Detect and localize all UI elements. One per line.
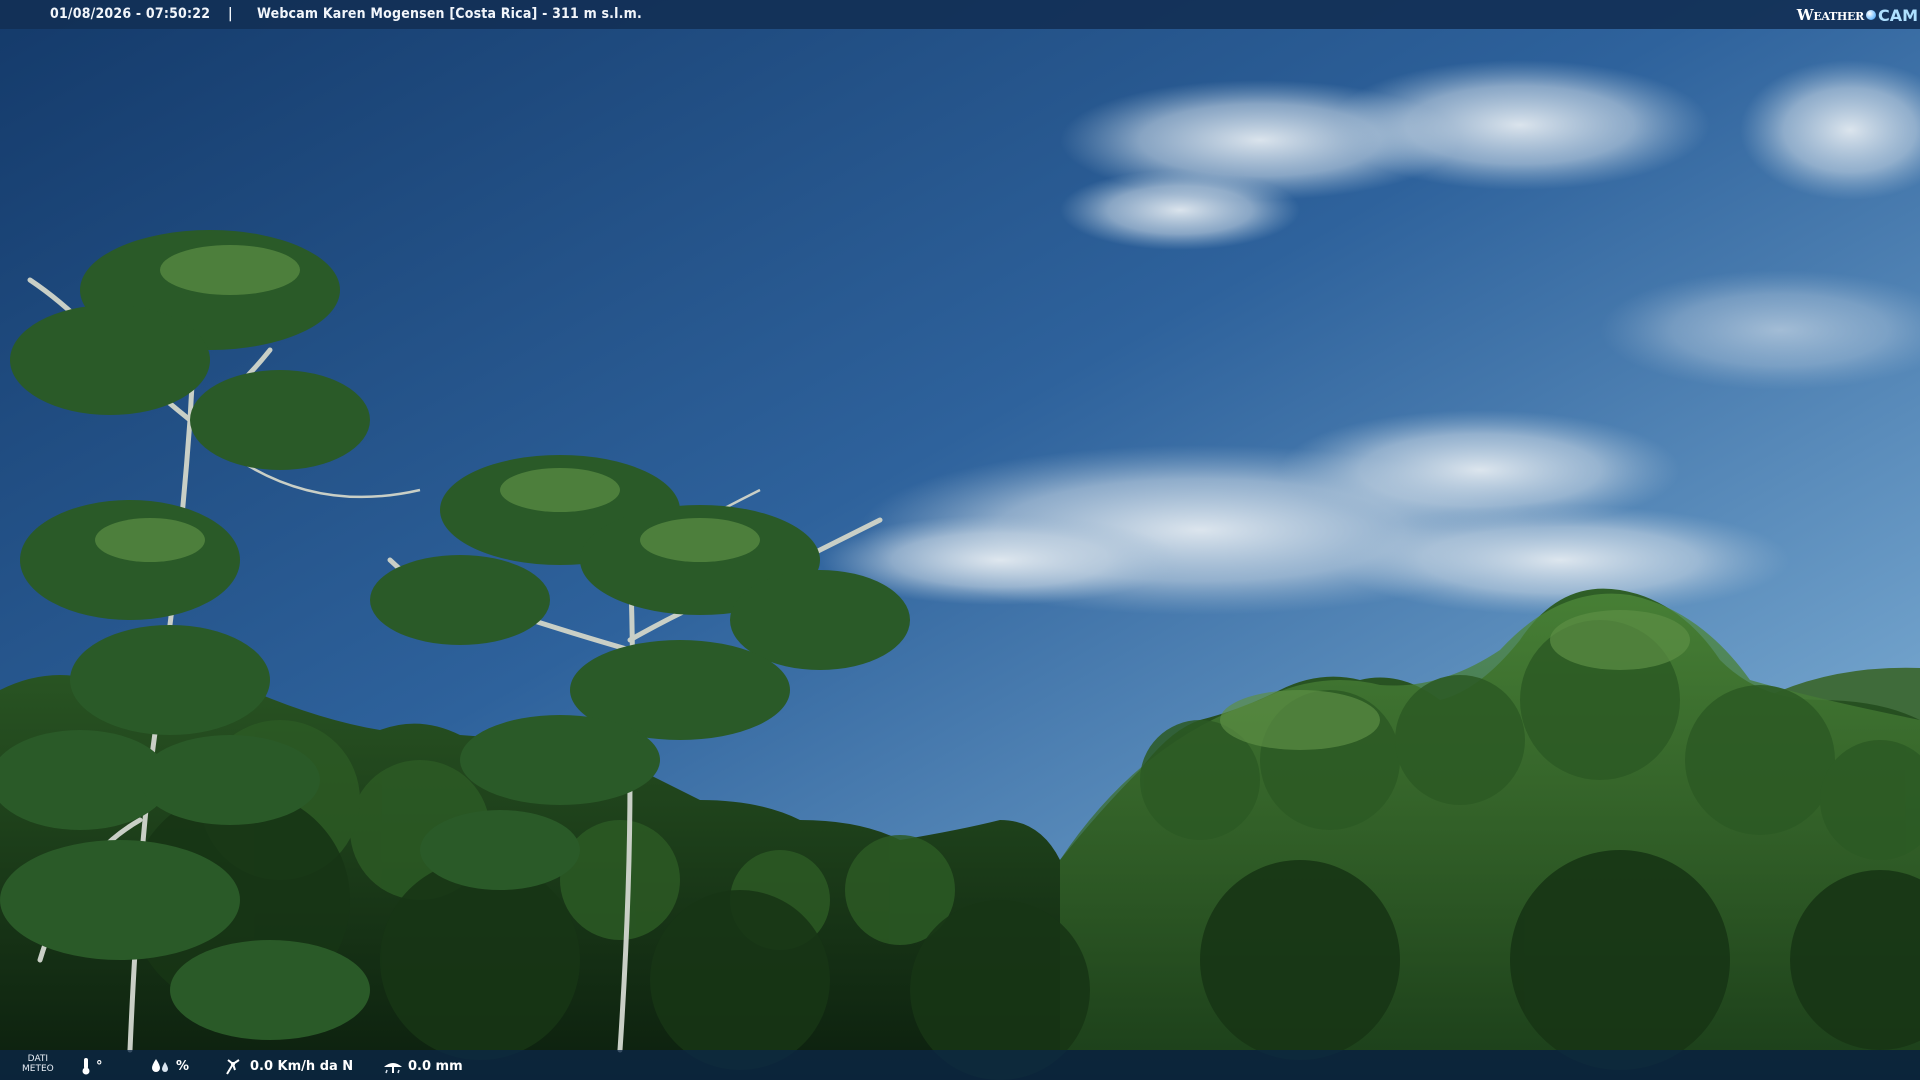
wind-value: 0.0 Km/h da N	[250, 1058, 354, 1074]
timestamp: 01/08/2026 - 07:50:22	[50, 6, 211, 22]
rain-value: 0.0 mm	[408, 1058, 463, 1074]
weather-data-bar: DATI METEO ° % 0.0 Km/h da N 0.0 mm	[0, 1050, 1920, 1080]
separator: |	[228, 6, 233, 22]
weathercam-logo: Weather CAM	[1797, 4, 1918, 26]
temperature-value: °	[96, 1058, 103, 1074]
rain-readout: 0.0 mm	[382, 1057, 463, 1075]
rain-gauge-icon	[384, 1063, 402, 1074]
logo-cam: CAM	[1877, 5, 1918, 25]
weather-label-line2: METEO	[22, 1064, 54, 1074]
webcam-title: Webcam Karen Mogensen [Costa Rica] - 311…	[257, 6, 642, 22]
humidity-readout: %	[150, 1057, 189, 1075]
logo-word: Weather	[1796, 6, 1864, 24]
thermometer-icon	[82, 1058, 90, 1075]
humidity-value: %	[176, 1058, 190, 1074]
wind-readout: 0.0 Km/h da N	[224, 1057, 353, 1075]
temperature-readout: °	[80, 1057, 103, 1075]
wind-icon	[226, 1059, 240, 1075]
webcam-scene-image	[0, 0, 1920, 1080]
weather-label-line1: DATI	[27, 1054, 49, 1064]
weather-data-label: DATI METEO	[22, 1054, 54, 1074]
webcam-header-bar: 01/08/2026 - 07:50:22 | Webcam Karen Mog…	[0, 0, 1920, 29]
humidity-icon	[152, 1059, 168, 1072]
webcam-frame: 01/08/2026 - 07:50:22 | Webcam Karen Mog…	[0, 0, 1920, 1080]
logo-dot-icon	[1865, 10, 1876, 20]
